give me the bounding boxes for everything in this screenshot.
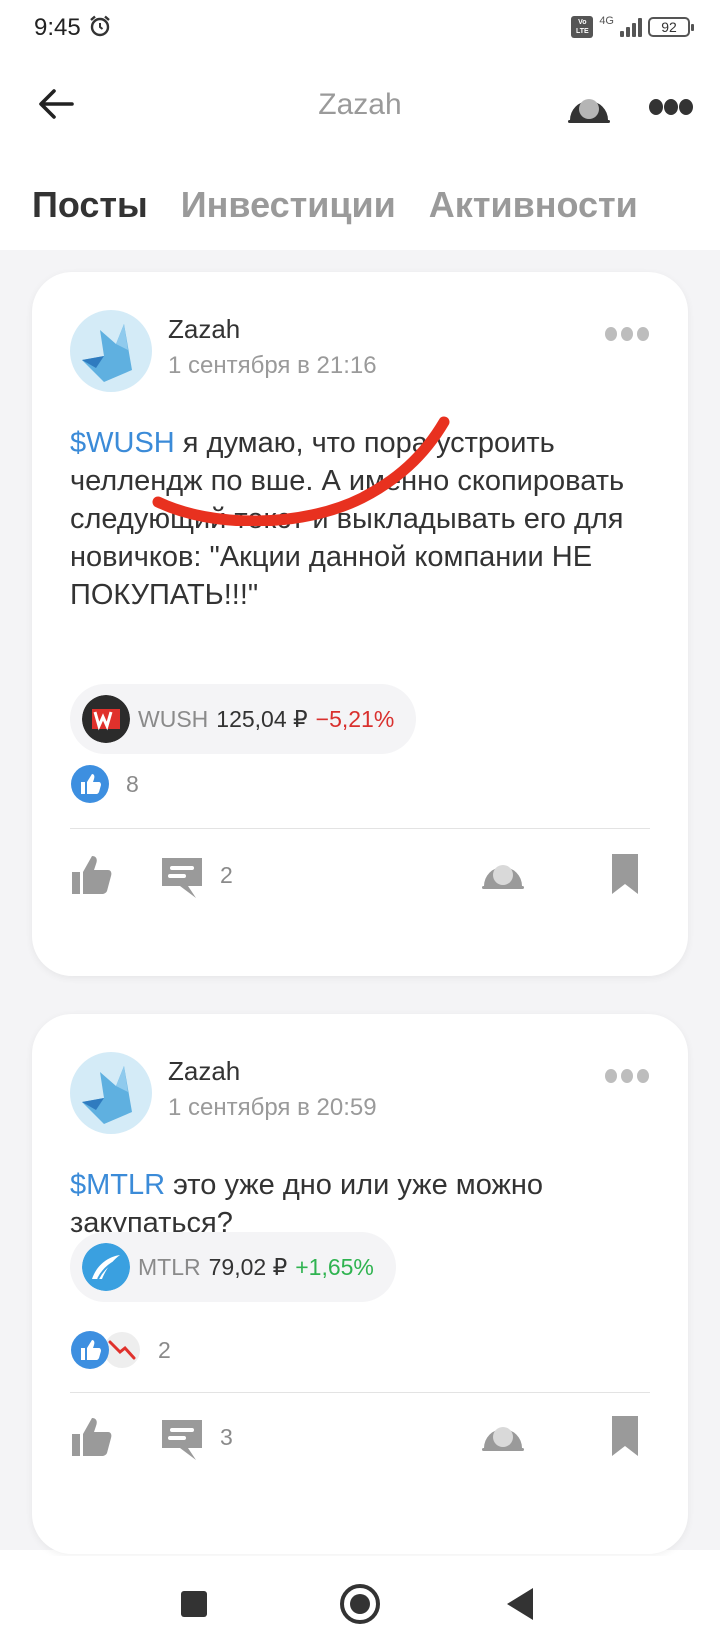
back-icon[interactable] xyxy=(507,1588,533,1620)
alarm-icon xyxy=(90,15,110,37)
profile-tabs: Посты Инвестиции Активности xyxy=(32,184,638,226)
recents-icon[interactable] xyxy=(181,1591,207,1617)
quote-change: −5,21% xyxy=(315,705,395,732)
status-time: 9:45 xyxy=(34,14,81,41)
mtlr-logo-icon xyxy=(82,1243,130,1291)
reactions[interactable]: 8 xyxy=(70,764,139,804)
post-date: 1 сентября в 21:16 xyxy=(168,352,377,379)
post-menu-icon[interactable] xyxy=(604,1066,650,1086)
reactions-count: 2 xyxy=(158,1336,171,1363)
fox-avatar-icon xyxy=(82,1066,132,1124)
status-icons: Vo LTE 4G 92 xyxy=(571,14,694,40)
comment-icon[interactable] xyxy=(158,1414,208,1464)
volte-icon: Vo LTE xyxy=(571,16,594,38)
page-title: Zazah xyxy=(318,88,402,121)
battery-level: 92 xyxy=(661,19,677,35)
like-reaction-icon xyxy=(71,1331,109,1369)
quote-ticker: MTLR xyxy=(138,1253,201,1280)
comments-count: 2 xyxy=(220,862,233,888)
red-scribble-annotation xyxy=(152,416,450,526)
divider xyxy=(70,1392,650,1393)
like-reaction-icon xyxy=(71,765,109,803)
post-card: Zazah 1 сентября в 21:16 $WUSH я думаю, … xyxy=(32,272,688,976)
like-icon[interactable] xyxy=(70,1414,114,1458)
share-icon[interactable] xyxy=(566,86,612,126)
post-menu-icon[interactable] xyxy=(604,324,650,344)
avatar[interactable] xyxy=(70,1052,152,1134)
bookmark-icon[interactable] xyxy=(610,1414,640,1458)
divider xyxy=(70,828,650,829)
signal-icon xyxy=(620,17,642,37)
wush-logo-icon xyxy=(82,695,130,743)
avatar[interactable] xyxy=(70,310,152,392)
tab-activity[interactable]: Активности xyxy=(429,184,638,226)
quote-change: +1,65% xyxy=(295,1253,374,1280)
share-icon[interactable] xyxy=(480,1414,526,1454)
tab-investments[interactable]: Инвестиции xyxy=(181,184,396,226)
reactions-count: 8 xyxy=(126,770,139,797)
battery-icon: 92 xyxy=(648,17,694,37)
reactions[interactable]: 2 xyxy=(70,1330,171,1370)
share-icon[interactable] xyxy=(480,852,526,892)
home-icon[interactable] xyxy=(340,1584,380,1624)
more-icon[interactable] xyxy=(648,92,694,122)
quote-ticker: WUSH xyxy=(138,705,209,732)
status-bar: 9:45 Vo LTE 4G 92 xyxy=(0,0,720,56)
app-header: Zazah xyxy=(0,64,720,144)
post-date: 1 сентября в 20:59 xyxy=(168,1094,377,1121)
post-card: Zazah 1 сентября в 20:59 $MTLR это уже д… xyxy=(32,1014,688,1554)
quote-price: 125,04 ₽ xyxy=(216,705,308,732)
comments-count: 3 xyxy=(220,1424,233,1450)
like-icon[interactable] xyxy=(70,852,114,896)
system-navigation-bar xyxy=(0,1556,720,1650)
bookmark-icon[interactable] xyxy=(610,852,640,896)
fox-avatar-icon xyxy=(82,324,132,382)
quote-chip[interactable]: WUSH 125,04 ₽ −5,21% xyxy=(70,684,417,754)
ticker-link[interactable]: $MTLR xyxy=(70,1169,165,1201)
post-body: $MTLR это уже дно или уже можно закупать… xyxy=(70,1166,650,1242)
author-name[interactable]: Zazah xyxy=(168,1056,240,1087)
action-bar: 2 xyxy=(70,852,650,902)
action-bar: 3 xyxy=(70,1414,650,1464)
quote-chip[interactable]: MTLR 79,02 ₽ +1,65% xyxy=(70,1232,396,1302)
quote-price: 79,02 ₽ xyxy=(208,1253,288,1280)
network-type: 4G xyxy=(599,15,614,27)
author-name[interactable]: Zazah xyxy=(168,314,240,345)
tab-posts[interactable]: Посты xyxy=(32,184,148,226)
comment-icon[interactable] xyxy=(158,852,208,902)
